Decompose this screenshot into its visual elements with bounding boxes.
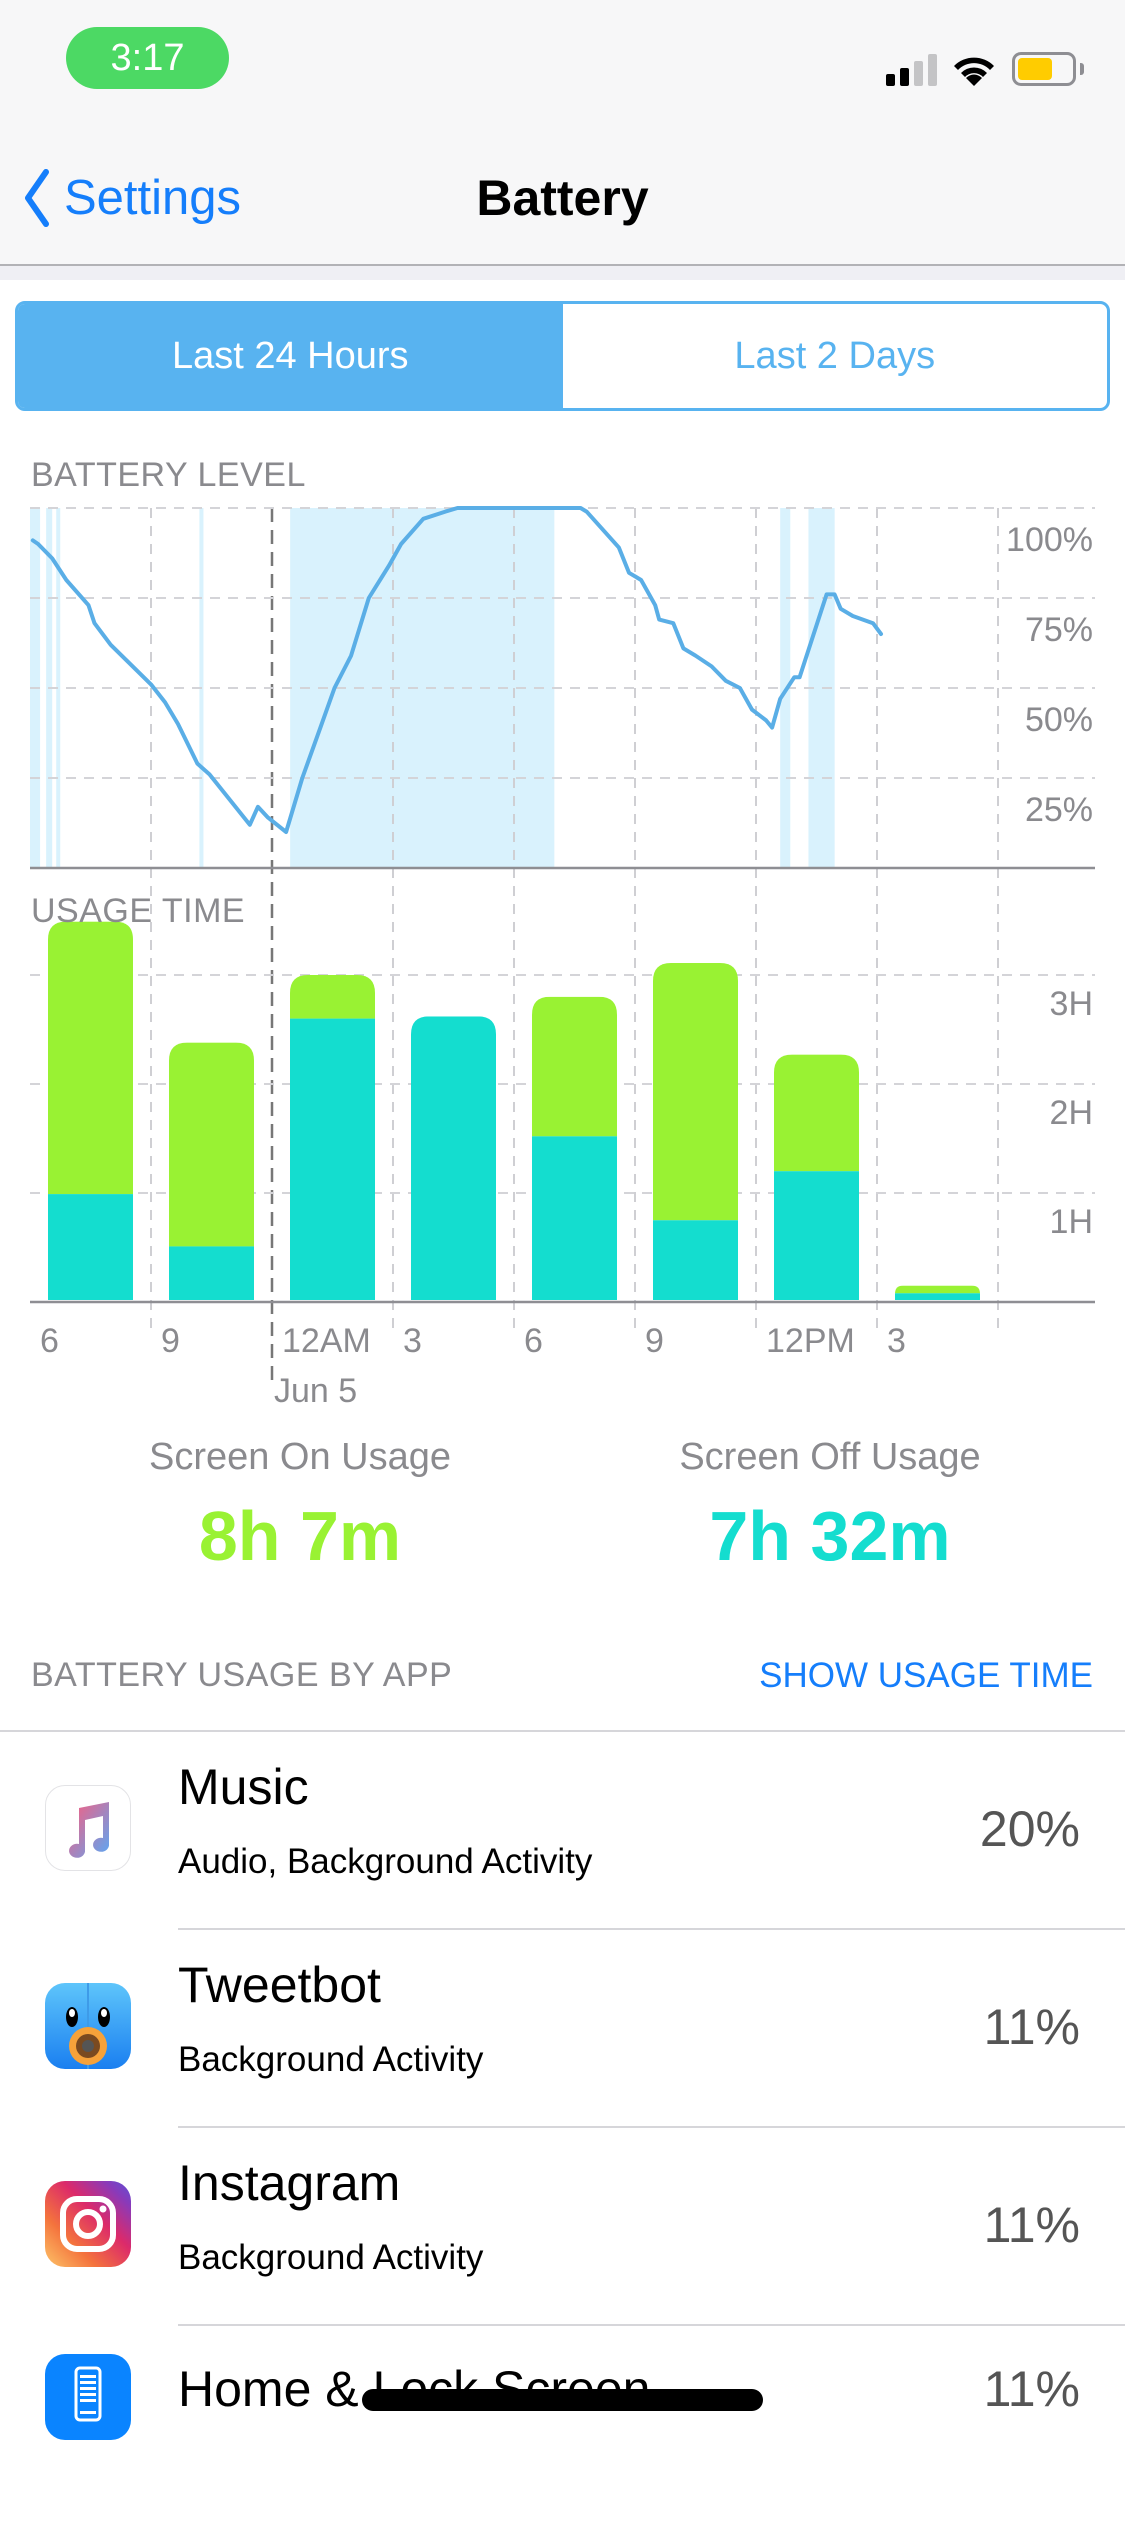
usage-x-tick-label: 12PM <box>766 1322 855 1360</box>
usage-time-label: USAGE TIME <box>31 892 245 931</box>
usage-y-tick-label: 1H <box>1050 1203 1093 1241</box>
back-label: Settings <box>64 170 241 226</box>
app-detail: Background Activity <box>178 2040 483 2080</box>
section-spacer <box>0 266 1125 280</box>
usage-x-tick-label: 3 <box>403 1322 422 1360</box>
app-row-home-lock-screen[interactable]: Home & Lock Screen 11% <box>0 2326 1125 2524</box>
usage-y-tick-label: 3H <box>1050 985 1093 1023</box>
usage-x-tick-label: 9 <box>645 1322 664 1360</box>
app-name: Music <box>178 1758 309 1816</box>
usage-bar-screen-on <box>48 922 133 1195</box>
usage-bar <box>532 997 617 1300</box>
app-row-music[interactable]: Music Audio, Background Activity 20% <box>0 1732 1125 1930</box>
usage-bar-screen-off <box>290 1019 375 1300</box>
app-detail: Audio, Background Activity <box>178 1842 592 1882</box>
usage-bar-screen-off <box>411 1016 496 1300</box>
signal-bar <box>914 61 923 86</box>
back-button[interactable]: Settings <box>24 163 241 233</box>
usage-bar-screen-on <box>532 997 617 1137</box>
battery-y-tick-label: 50% <box>1025 701 1093 739</box>
instagram-app-icon <box>45 2181 131 2267</box>
usage-bar-screen-off <box>48 1194 133 1300</box>
usage-bar-screen-off <box>169 1246 254 1300</box>
battery-y-tick-label: 100% <box>1006 521 1093 559</box>
app-name: Tweetbot <box>178 1956 381 2014</box>
usage-y-tick-label: 2H <box>1050 1094 1093 1132</box>
date-label: Jun 5 <box>274 1372 357 1410</box>
usage-x-tick-label: 6 <box>524 1322 543 1360</box>
battery-tip <box>1080 63 1084 75</box>
battery-usage-by-app-header: BATTERY USAGE BY APP <box>31 1656 452 1695</box>
battery-y-tick-label: 75% <box>1025 611 1093 649</box>
usage-bar-screen-off <box>532 1136 617 1300</box>
usage-x-tick-label: 9 <box>161 1322 180 1360</box>
app-percent: 11% <box>984 2196 1080 2254</box>
music-app-icon <box>45 1785 131 1871</box>
battery-icon <box>1012 52 1076 86</box>
segment-last-24-hours[interactable]: Last 24 Hours <box>18 304 563 408</box>
tweetbot-app-icon <box>45 1983 131 2069</box>
app-percent: 11% <box>984 2360 1080 2418</box>
usage-bar <box>169 1043 254 1300</box>
home-lock-screen-icon <box>45 2354 131 2440</box>
show-usage-time-button[interactable]: SHOW USAGE TIME <box>759 1656 1093 1696</box>
signal-bar <box>900 68 909 86</box>
app-percent: 11% <box>984 1998 1080 2056</box>
screen-on-usage-label: Screen On Usage <box>90 1436 510 1479</box>
usage-bar-screen-on <box>653 963 738 1220</box>
usage-bar <box>48 922 133 1300</box>
battery-usage-charts[interactable]: 25% 50% 75% 100% 1H 2H 3H 6 9 12AM 3 6 9 12PM 3 Jun 5 <box>0 490 1125 1410</box>
usage-bar-screen-on <box>290 975 375 1019</box>
app-row-instagram[interactable]: Instagram Background Activity 11% <box>0 2128 1125 2326</box>
usage-bar <box>411 1016 496 1300</box>
usage-x-tick-label: 3 <box>887 1322 906 1360</box>
screen-off-usage-label: Screen Off Usage <box>620 1436 1040 1479</box>
usage-bar-screen-on <box>774 1055 859 1172</box>
screen-off-usage-value: 7h 32m <box>620 1496 1040 1576</box>
signal-bar <box>928 54 937 86</box>
segment-last-2-days[interactable]: Last 2 Days <box>563 304 1108 408</box>
app-row-tweetbot[interactable]: Tweetbot Background Activity 11% <box>0 1930 1125 2128</box>
battery-y-tick-label: 25% <box>1025 791 1093 829</box>
signal-bar <box>886 74 895 86</box>
app-name: Instagram <box>178 2154 400 2212</box>
app-percent: 20% <box>980 1800 1080 1858</box>
usage-bar-screen-off <box>774 1171 859 1300</box>
usage-bar <box>290 975 375 1300</box>
usage-bar-screen-off <box>895 1293 980 1300</box>
wifi-icon <box>951 52 997 86</box>
app-detail: Background Activity <box>178 2238 483 2278</box>
usage-x-tick-label: 12AM <box>282 1322 371 1360</box>
usage-bar <box>895 1286 980 1300</box>
usage-x-tick-label: 6 <box>40 1322 59 1360</box>
battery-fill <box>1018 58 1052 80</box>
usage-bar <box>653 963 738 1300</box>
home-indicator[interactable] <box>362 2389 763 2411</box>
chevron-left-icon <box>24 169 50 227</box>
usage-bar-screen-on <box>169 1043 254 1247</box>
usage-bar <box>774 1055 859 1300</box>
usage-bar-screen-off <box>653 1220 738 1300</box>
cellular-signal-icon <box>886 54 938 86</box>
time-range-segmented-control: Last 24 Hours Last 2 Days <box>15 301 1110 411</box>
usage-bar-screen-on <box>895 1286 980 1294</box>
screen-on-usage-value: 8h 7m <box>90 1496 510 1576</box>
status-time[interactable]: 3:17 <box>66 27 229 89</box>
